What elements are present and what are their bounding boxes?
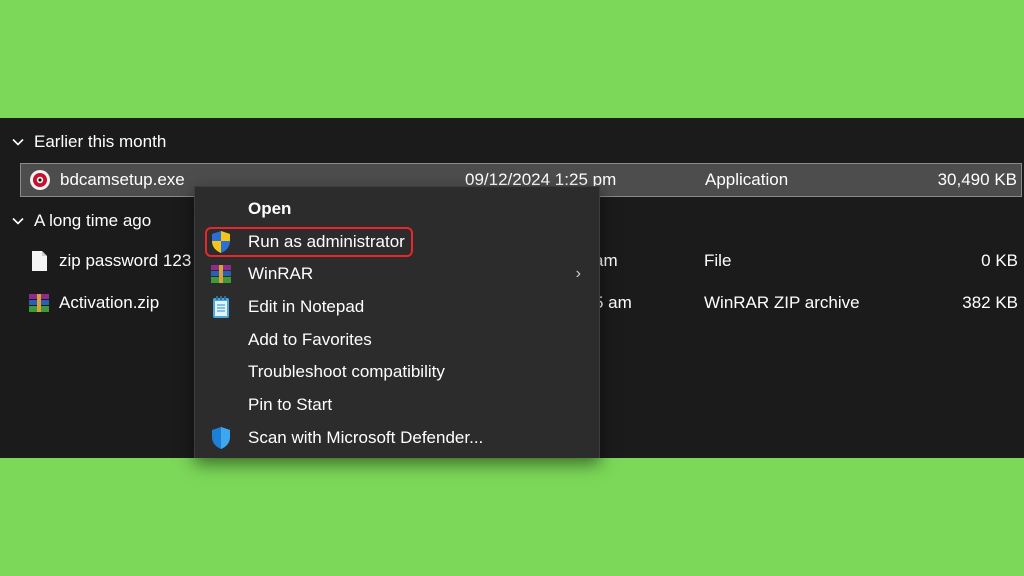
winrar-archive-icon: [28, 292, 50, 314]
context-menu: Open Run as administrator WinRAR › Edit …: [194, 186, 600, 458]
file-name: bdcamsetup.exe: [60, 170, 185, 189]
defender-shield-icon: [209, 426, 233, 450]
menu-item-pin-to-start[interactable]: Pin to Start: [195, 389, 599, 421]
menu-item-label: Pin to Start: [248, 395, 333, 414]
group-header-label: A long time ago: [34, 211, 152, 230]
file-type: Application: [705, 170, 789, 189]
winrar-icon: [209, 262, 233, 286]
bandicam-app-icon: [29, 169, 51, 191]
menu-item-troubleshoot-compatibility[interactable]: Troubleshoot compatibility: [195, 356, 599, 388]
file-name: Activation.zip: [59, 293, 160, 312]
group-header-long-ago[interactable]: A long time ago: [10, 209, 151, 233]
file-size: 0 KB: [981, 251, 1018, 270]
menu-item-label: WinRAR: [248, 264, 314, 283]
file-type: File: [704, 251, 732, 270]
menu-item-winrar[interactable]: WinRAR ›: [195, 258, 599, 290]
menu-item-edit-in-notepad[interactable]: Edit in Notepad: [195, 291, 599, 323]
chevron-down-icon[interactable]: [10, 213, 26, 229]
menu-item-open[interactable]: Open: [195, 193, 599, 225]
group-header-earlier[interactable]: Earlier this month: [10, 130, 166, 154]
menu-item-scan-with-defender[interactable]: Scan with Microsoft Defender...: [195, 422, 599, 454]
file-type: WinRAR ZIP archive: [704, 293, 860, 312]
menu-item-label: Add to Favorites: [248, 330, 372, 349]
file-size: 382 KB: [962, 293, 1018, 312]
chevron-right-icon: ›: [575, 265, 581, 282]
menu-item-label: Troubleshoot compatibility: [248, 362, 445, 381]
menu-item-label: Open: [248, 199, 292, 218]
notepad-icon: [209, 295, 233, 319]
group-header-label: Earlier this month: [34, 132, 167, 151]
menu-item-add-to-favorites[interactable]: Add to Favorites: [195, 324, 599, 356]
blank-file-icon: [28, 250, 50, 272]
menu-item-label: Edit in Notepad: [248, 297, 365, 316]
file-name: zip password 123: [59, 251, 192, 270]
highlight-outline: [205, 227, 413, 257]
chevron-down-icon[interactable]: [10, 134, 26, 150]
menu-item-label: Scan with Microsoft Defender...: [248, 428, 484, 447]
file-size: 30,490 KB: [937, 170, 1017, 189]
